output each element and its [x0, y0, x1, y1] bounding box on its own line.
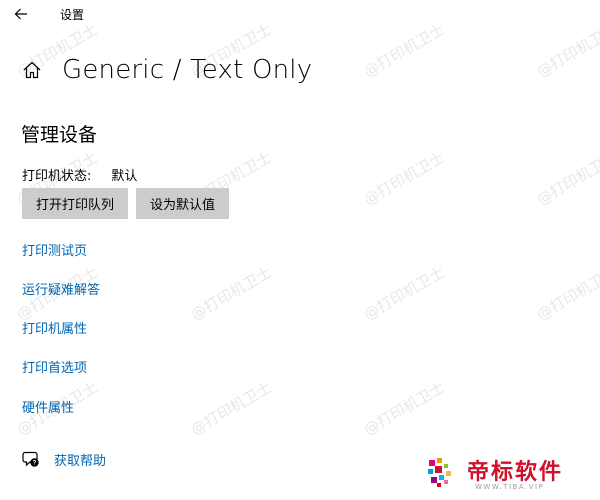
set-default-button[interactable]: 设为默认值	[136, 188, 230, 219]
settings-window: @打印机卫士 @打印机卫士 @打印机卫士 @打印机卫士 @打印机卫士 @打印机卫…	[0, 0, 600, 500]
watermark: @打印机卫士	[187, 378, 275, 439]
window-title: 设置	[60, 8, 85, 22]
page-header: Generic / Text Only	[20, 52, 312, 88]
back-arrow-icon	[14, 8, 27, 20]
watermark: @打印机卫士	[187, 263, 275, 324]
home-icon	[23, 61, 41, 79]
brand-mark-icon	[428, 458, 451, 487]
brand-subtitle: WWW.TIBA.VIP	[475, 483, 545, 491]
run-troubleshooter-link[interactable]: 运行疑难解答	[22, 279, 100, 298]
home-button[interactable]	[20, 58, 44, 82]
svg-text:?: ?	[33, 461, 37, 467]
printer-status-row: 打印机状态: 默认	[22, 165, 137, 184]
watermark: @打印机卫士	[533, 263, 600, 324]
status-label: 打印机状态:	[22, 169, 92, 184]
get-help-link[interactable]: 获取帮助	[54, 450, 106, 469]
brand-logo: 帝标软件 WWW.TIBA.VIP	[425, 452, 595, 496]
printing-preferences-link[interactable]: 打印首选项	[22, 357, 87, 376]
help-chat-icon: ?	[21, 449, 41, 469]
hardware-properties-link[interactable]: 硬件属性	[22, 397, 74, 416]
open-print-queue-button[interactable]: 打开打印队列	[22, 188, 129, 219]
watermark: @打印机卫士	[533, 148, 600, 209]
page-title: Generic / Text Only	[62, 55, 313, 85]
brand-name: 帝标软件	[467, 460, 564, 485]
title-bar: 设置	[0, 0, 600, 28]
status-value: 默认	[111, 169, 138, 184]
section-title: 管理设备	[21, 124, 98, 146]
watermark: @打印机卫士	[360, 148, 448, 209]
back-button[interactable]	[10, 3, 32, 25]
watermark: @打印机卫士	[360, 378, 448, 439]
print-test-page-link[interactable]: 打印测试页	[22, 240, 87, 259]
printer-properties-link[interactable]: 打印机属性	[22, 318, 87, 337]
watermark: @打印机卫士	[360, 263, 448, 324]
action-buttons: 打开打印队列 设为默认值	[22, 188, 237, 219]
help-row[interactable]: ? 获取帮助	[21, 449, 106, 469]
